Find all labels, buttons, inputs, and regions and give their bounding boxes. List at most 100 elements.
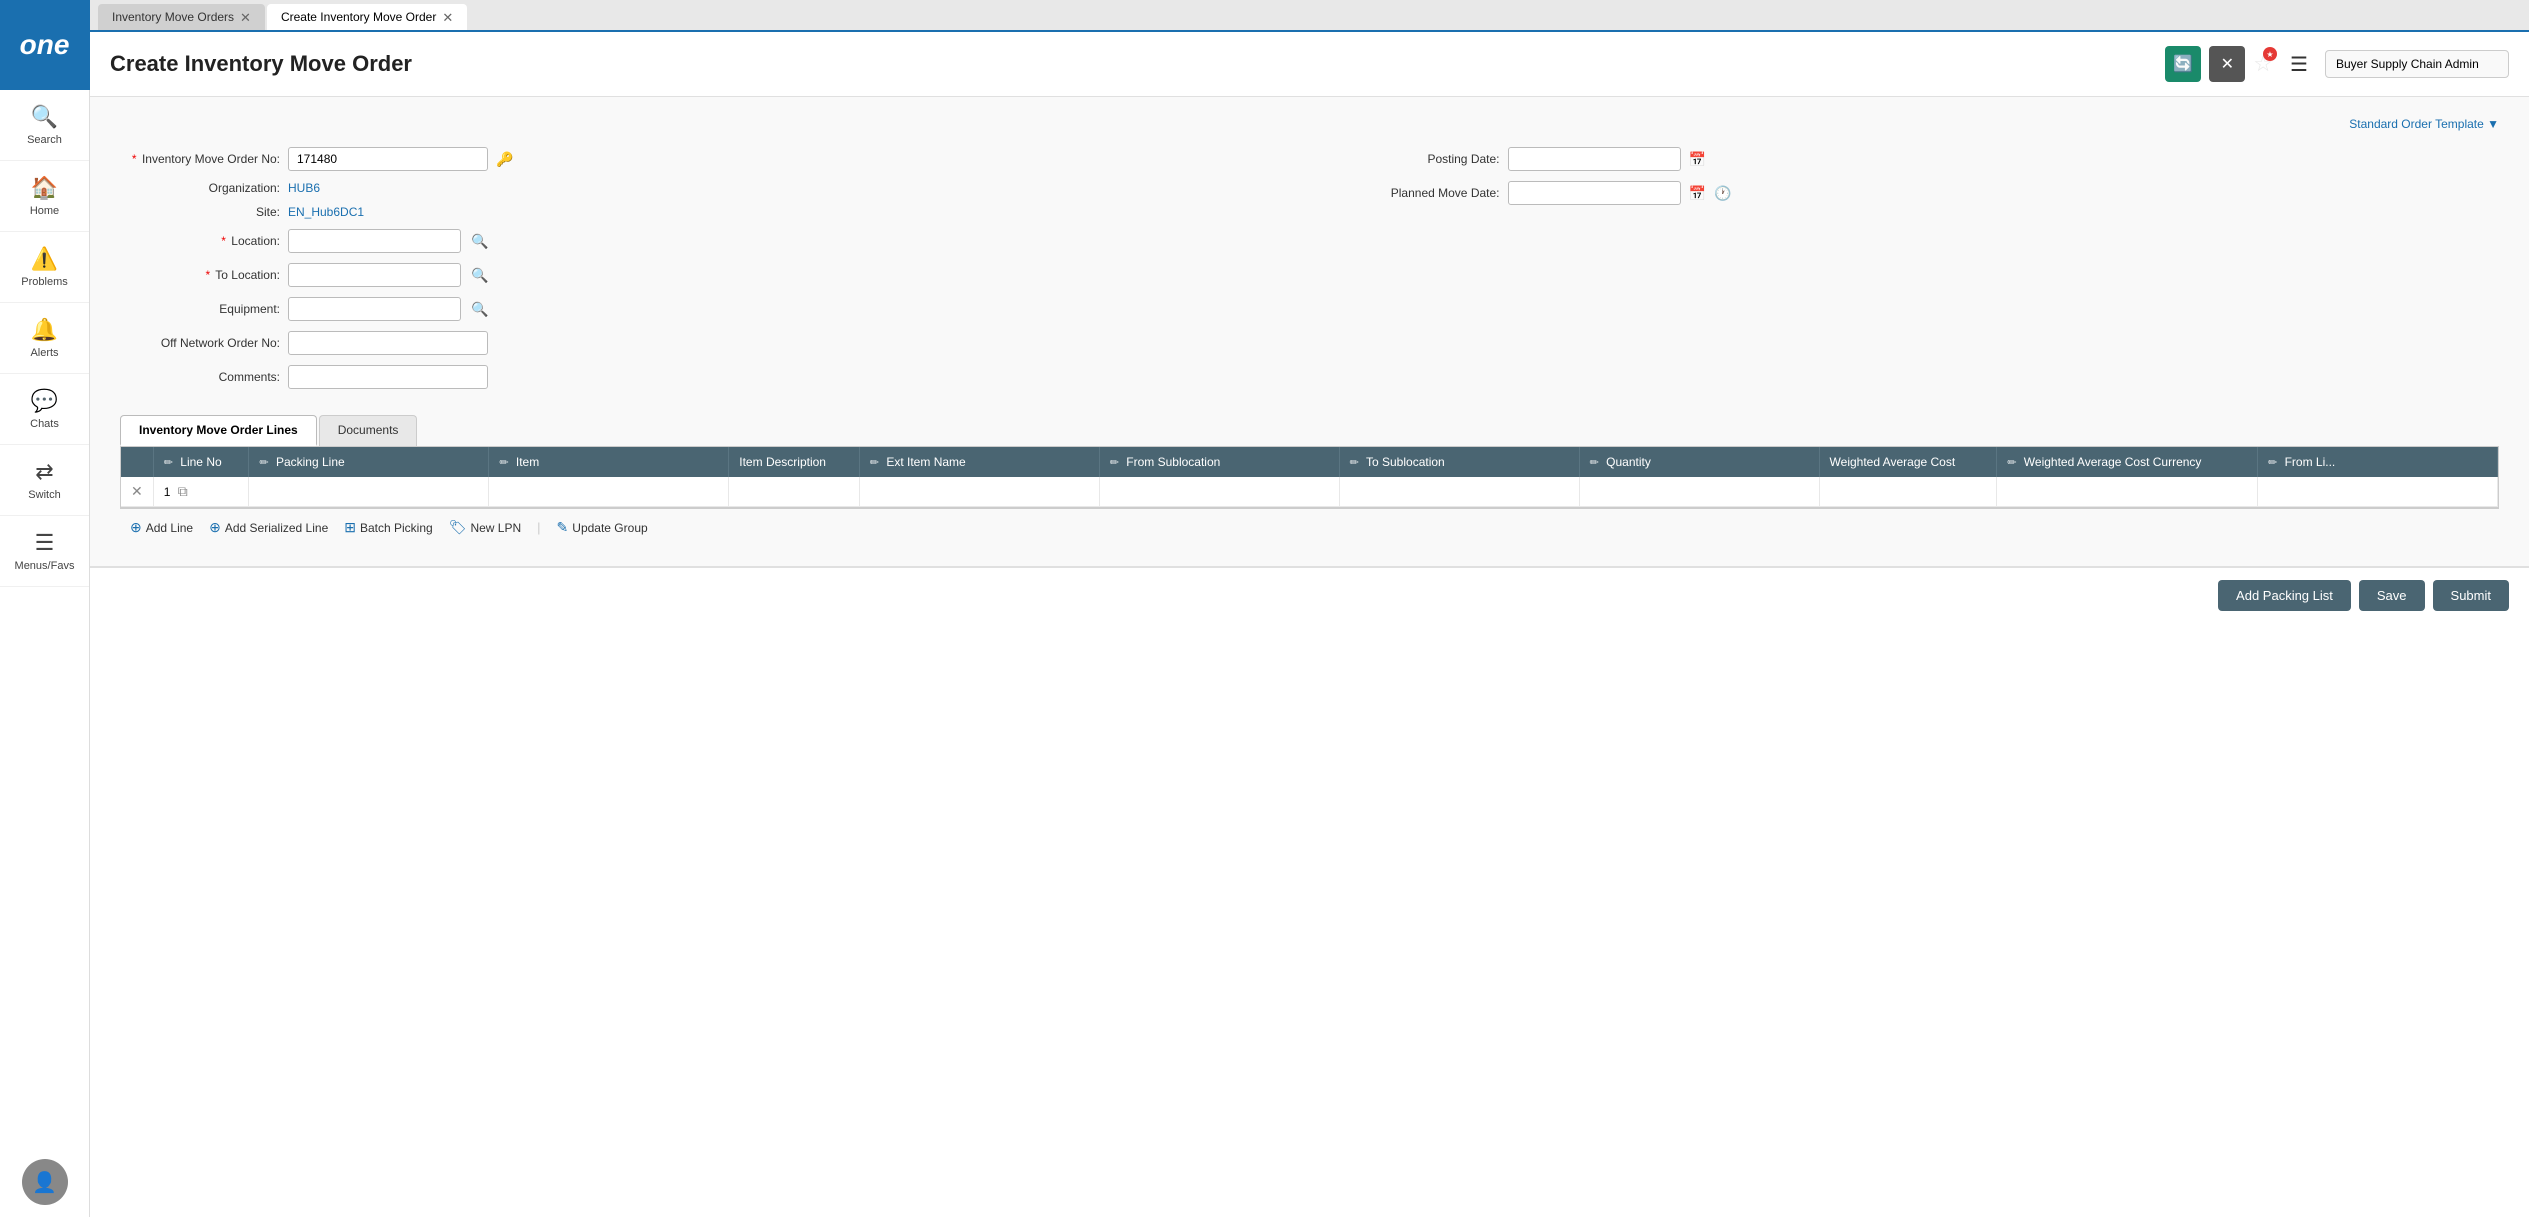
tab-inventory-label: Inventory Move Orders xyxy=(112,10,234,24)
location-search-button[interactable]: 🔍 xyxy=(469,231,490,252)
row-line-no: 1 ⧉ xyxy=(153,477,249,507)
quantity-edit-icon: ✏ xyxy=(1590,457,1599,469)
equipment-search-button[interactable]: 🔍 xyxy=(469,299,490,320)
search-icon: 🔍 xyxy=(31,104,58,130)
star-badge-count: ★ xyxy=(2263,47,2277,61)
ext-item-cell-input[interactable] xyxy=(870,484,1089,499)
wac-currency-edit-icon: ✏ xyxy=(2007,457,2016,469)
add-serialized-line-action[interactable]: ⊕ Add Serialized Line xyxy=(209,519,328,536)
equipment-input[interactable] xyxy=(288,297,461,321)
row-to-sublocation[interactable] xyxy=(1339,477,1579,507)
col-header-ext-item-name: ✏ Ext Item Name xyxy=(859,447,1099,477)
posting-date-calendar-button[interactable]: 📅 xyxy=(1689,151,1706,168)
form-row-posting-date: Posting Date: 📅 xyxy=(1340,147,2500,171)
page-title: Create Inventory Move Order xyxy=(110,51,2153,77)
row-quantity[interactable] xyxy=(1579,477,1819,507)
location-input[interactable] xyxy=(288,229,461,253)
tab-close-inventory[interactable]: ✕ xyxy=(240,11,251,24)
row-ext-item-name[interactable] xyxy=(859,477,1099,507)
row-copy-button[interactable]: ⧉ xyxy=(178,483,188,499)
sidebar-bottom: 👤 xyxy=(0,1147,89,1217)
order-no-input[interactable] xyxy=(288,147,488,171)
new-lpn-action[interactable]: 🏷 New LPN xyxy=(449,519,521,536)
form-right-column: Posting Date: 📅 Planned Move Date: 📅 🕐 xyxy=(1340,147,2500,399)
to-sub-cell-input[interactable] xyxy=(1350,484,1569,499)
menu-button[interactable]: ☰ xyxy=(2281,46,2317,82)
off-network-input[interactable] xyxy=(288,331,488,355)
sidebar-item-alerts[interactable]: 🔔 Alerts xyxy=(0,303,89,374)
sidebar-item-problems[interactable]: ⚠️ Problems xyxy=(0,232,89,303)
form-area: Standard Order Template ▼ * Inventory Mo… xyxy=(90,97,2529,567)
home-icon: 🏠 xyxy=(31,175,58,201)
planned-date-input[interactable] xyxy=(1508,181,1681,205)
batch-picking-action[interactable]: ⊞ Batch Picking xyxy=(344,519,432,536)
comments-input[interactable] xyxy=(288,365,488,389)
location-label: * Location: xyxy=(120,234,280,248)
user-role-select[interactable]: Buyer Supply Chain AdminAdminManager xyxy=(2325,50,2509,78)
key-button[interactable]: 🔑 xyxy=(496,151,513,168)
tab-create-inventory-move-order[interactable]: Create Inventory Move Order ✕ xyxy=(267,4,467,30)
tab-lines[interactable]: Inventory Move Order Lines xyxy=(120,415,317,446)
form-row-comments: Comments: xyxy=(120,365,1280,389)
table-scroll-area[interactable]: ✏ Line No ✏ Packing Line ✏ Item xyxy=(121,447,2498,507)
packing-line-cell-input[interactable] xyxy=(259,484,478,499)
main-area: Inventory Move Orders ✕ Create Inventory… xyxy=(90,0,2529,1217)
planned-date-time-button[interactable]: 🕐 xyxy=(1714,185,1731,202)
header-actions: 🔄 ✕ ☆ ★ ☰ Buyer Supply Chain AdminAdminM… xyxy=(2165,46,2509,82)
form-row-to-location: * To Location: 🔍 xyxy=(120,263,1280,287)
sidebar: one 🔍 Search 🏠 Home ⚠️ Problems 🔔 Alerts… xyxy=(0,0,90,1217)
form-grid: * Inventory Move Order No: 🔑 Organizatio… xyxy=(120,147,2499,399)
wac-currency-cell-input[interactable] xyxy=(2007,484,2247,499)
row-from-li[interactable] xyxy=(2258,477,2498,507)
form-row-off-network: Off Network Order No: xyxy=(120,331,1280,355)
new-lpn-icon: 🏷 xyxy=(449,519,467,536)
tab-close-create[interactable]: ✕ xyxy=(442,11,453,24)
user-avatar[interactable]: 👤 xyxy=(22,1159,68,1205)
col-header-to-sublocation: ✏ To Sublocation xyxy=(1339,447,1579,477)
form-row-planned-date: Planned Move Date: 📅 🕐 xyxy=(1340,181,2500,205)
sidebar-item-menus[interactable]: ☰ Menus/Favs xyxy=(0,516,89,587)
row-delete-button[interactable]: ✕ xyxy=(131,483,143,499)
off-network-label: Off Network Order No: xyxy=(120,336,280,350)
template-link[interactable]: Standard Order Template ▼ xyxy=(120,117,2499,131)
sidebar-item-chats[interactable]: 💬 Chats xyxy=(0,374,89,445)
equipment-label: Equipment: xyxy=(120,302,280,316)
row-item[interactable] xyxy=(489,477,729,507)
quantity-cell-input[interactable] xyxy=(1590,484,1809,499)
save-button[interactable]: Save xyxy=(2359,580,2425,611)
col-header-quantity: ✏ Quantity xyxy=(1579,447,1819,477)
cancel-button[interactable]: ✕ xyxy=(2209,46,2245,82)
sidebar-item-search[interactable]: 🔍 Search xyxy=(0,90,89,161)
row-packing-line[interactable] xyxy=(249,477,489,507)
tab-inventory-move-orders[interactable]: Inventory Move Orders ✕ xyxy=(98,4,265,30)
planned-date-calendar-button[interactable]: 📅 xyxy=(1689,185,1706,202)
to-location-input[interactable] xyxy=(288,263,461,287)
update-group-action[interactable]: ✎ Update Group xyxy=(557,519,648,536)
item-cell-input[interactable] xyxy=(499,484,718,499)
from-sub-cell-input[interactable] xyxy=(1110,484,1329,499)
sidebar-item-home[interactable]: 🏠 Home xyxy=(0,161,89,232)
tab-documents[interactable]: Documents xyxy=(319,415,418,446)
app-logo[interactable]: one xyxy=(0,0,90,90)
problems-icon: ⚠️ xyxy=(31,246,58,272)
to-location-search-button[interactable]: 🔍 xyxy=(469,265,490,286)
add-line-action[interactable]: ⊕ Add Line xyxy=(130,519,193,536)
posting-date-input[interactable] xyxy=(1508,147,1681,171)
item-edit-icon: ✏ xyxy=(499,457,508,469)
from-li-cell-input[interactable] xyxy=(2268,484,2487,499)
add-packing-list-button[interactable]: Add Packing List xyxy=(2218,580,2351,611)
sidebar-item-switch[interactable]: ⇄ Switch xyxy=(0,445,89,516)
batch-picking-icon: ⊞ xyxy=(344,519,356,536)
submit-button[interactable]: Submit xyxy=(2433,580,2509,611)
chats-icon: 💬 xyxy=(31,388,58,414)
favorites-star[interactable]: ☆ ★ xyxy=(2253,51,2273,77)
toolbar-divider: | xyxy=(537,520,540,535)
row-weighted-avg-cost xyxy=(1819,477,1997,507)
row-from-sublocation[interactable] xyxy=(1099,477,1339,507)
to-sub-edit-icon: ✏ xyxy=(1350,457,1359,469)
row-wac-currency[interactable] xyxy=(1997,477,2258,507)
form-row-site: Site: EN_Hub6DC1 xyxy=(120,205,1280,219)
col-header-weighted-avg-cost: Weighted Average Cost xyxy=(1819,447,1997,477)
refresh-button[interactable]: 🔄 xyxy=(2165,46,2201,82)
form-row-location: * Location: 🔍 xyxy=(120,229,1280,253)
